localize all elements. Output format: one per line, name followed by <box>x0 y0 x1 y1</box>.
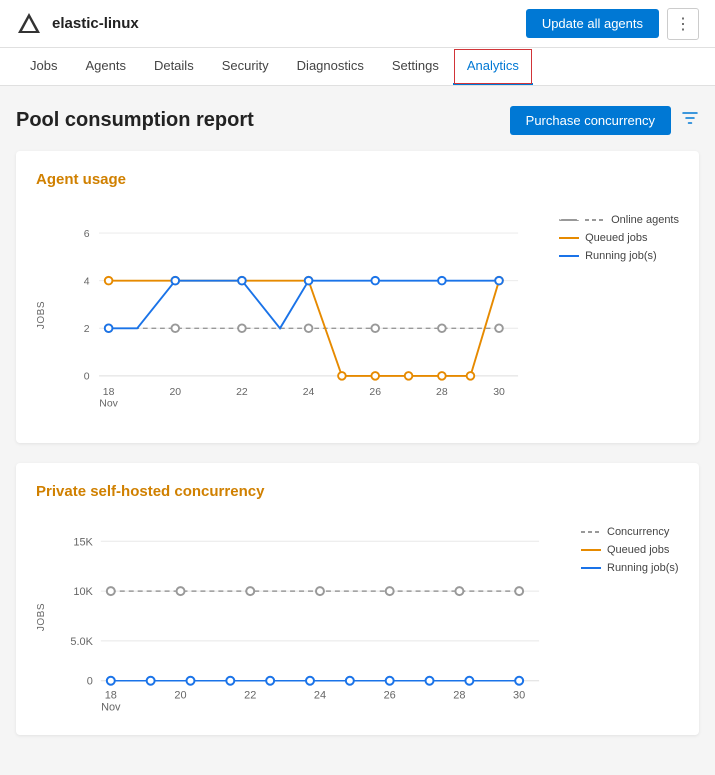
legend-running-jobs-2: Running job(s) <box>581 562 679 574</box>
svg-text:20: 20 <box>174 690 186 702</box>
svg-text:0: 0 <box>84 372 90 383</box>
svg-text:5.0K: 5.0K <box>70 636 93 648</box>
legend-queued-jobs-2: Queued jobs <box>581 544 679 556</box>
navigation-bar: Jobs Agents Details Security Diagnostics… <box>0 48 715 86</box>
main-content: Pool consumption report Purchase concurr… <box>0 86 715 775</box>
nav-item-settings[interactable]: Settings <box>378 48 453 85</box>
page-header: Pool consumption report Purchase concurr… <box>16 106 699 135</box>
page-header-actions: Purchase concurrency <box>510 106 699 135</box>
agent-usage-legend: Online agents Queued jobs Running job(s) <box>547 204 679 262</box>
svg-text:6: 6 <box>84 229 90 240</box>
logo-icon <box>16 11 42 37</box>
svg-text:15K: 15K <box>73 536 93 548</box>
concurrency-svg: 15K 10K 5.0K 0 18 Nov 20 22 24 26 28 30 <box>61 516 559 716</box>
agent-usage-svg: 6 4 2 0 18 Nov 20 22 24 26 28 30 <box>61 204 537 424</box>
agent-usage-chart-card: Agent usage JOBS 6 4 2 0 <box>16 151 699 443</box>
logo-area: elastic-linux <box>16 11 139 37</box>
svg-text:28: 28 <box>436 387 448 398</box>
app-header: elastic-linux Update all agents ⋮ <box>0 0 715 48</box>
legend-running-jobs: Running job(s) <box>559 250 679 262</box>
svg-text:24: 24 <box>303 387 315 398</box>
nav-item-agents[interactable]: Agents <box>71 48 139 85</box>
nav-item-analytics[interactable]: Analytics <box>453 48 533 85</box>
app-title: elastic-linux <box>52 15 139 32</box>
legend-online-agents: Online agents <box>559 214 679 226</box>
page-title: Pool consumption report <box>16 109 254 132</box>
svg-text:26: 26 <box>384 690 396 702</box>
svg-text:22: 22 <box>236 387 248 398</box>
agent-usage-y-label: JOBS <box>36 301 47 329</box>
svg-text:30: 30 <box>513 690 525 702</box>
svg-text:24: 24 <box>314 690 326 702</box>
svg-text:18: 18 <box>105 690 117 702</box>
concurrency-chart-container: JOBS 15K 10K 5.0K 0 18 No <box>36 516 679 719</box>
filter-icon[interactable] <box>681 109 699 132</box>
nav-item-security[interactable]: Security <box>208 48 283 85</box>
svg-text:26: 26 <box>369 387 381 398</box>
agent-usage-title: Agent usage <box>36 171 679 188</box>
agent-usage-chart-container: JOBS 6 4 2 0 18 Nov <box>36 204 679 427</box>
svg-text:Nov: Nov <box>99 398 118 409</box>
nav-item-jobs[interactable]: Jobs <box>16 48 71 85</box>
concurrency-chart-card: Private self-hosted concurrency JOBS 15K… <box>16 463 699 735</box>
svg-text:4: 4 <box>84 276 90 287</box>
update-all-agents-button[interactable]: Update all agents <box>526 9 659 38</box>
nav-item-diagnostics[interactable]: Diagnostics <box>283 48 378 85</box>
svg-text:30: 30 <box>493 387 505 398</box>
purchase-concurrency-button[interactable]: Purchase concurrency <box>510 106 671 135</box>
svg-text:0: 0 <box>87 676 93 688</box>
nav-item-details[interactable]: Details <box>140 48 208 85</box>
concurrency-y-label: JOBS <box>36 603 47 631</box>
svg-text:Nov: Nov <box>101 702 121 714</box>
concurrency-legend: Concurrency Queued jobs Running job(s) <box>569 516 679 574</box>
svg-text:2: 2 <box>84 324 90 335</box>
svg-text:10K: 10K <box>73 586 93 598</box>
concurrency-svg-area: 15K 10K 5.0K 0 18 Nov 20 22 24 26 28 30 <box>61 516 559 719</box>
svg-text:20: 20 <box>169 387 181 398</box>
svg-text:18: 18 <box>103 387 115 398</box>
svg-text:22: 22 <box>244 690 256 702</box>
legend-queued-jobs: Queued jobs <box>559 232 679 244</box>
header-actions: Update all agents ⋮ <box>526 8 699 40</box>
concurrency-title: Private self-hosted concurrency <box>36 483 679 500</box>
svg-text:28: 28 <box>453 690 465 702</box>
more-options-button[interactable]: ⋮ <box>667 8 699 40</box>
legend-concurrency: Concurrency <box>581 526 679 538</box>
agent-usage-svg-area: 6 4 2 0 18 Nov 20 22 24 26 28 30 <box>61 204 537 427</box>
